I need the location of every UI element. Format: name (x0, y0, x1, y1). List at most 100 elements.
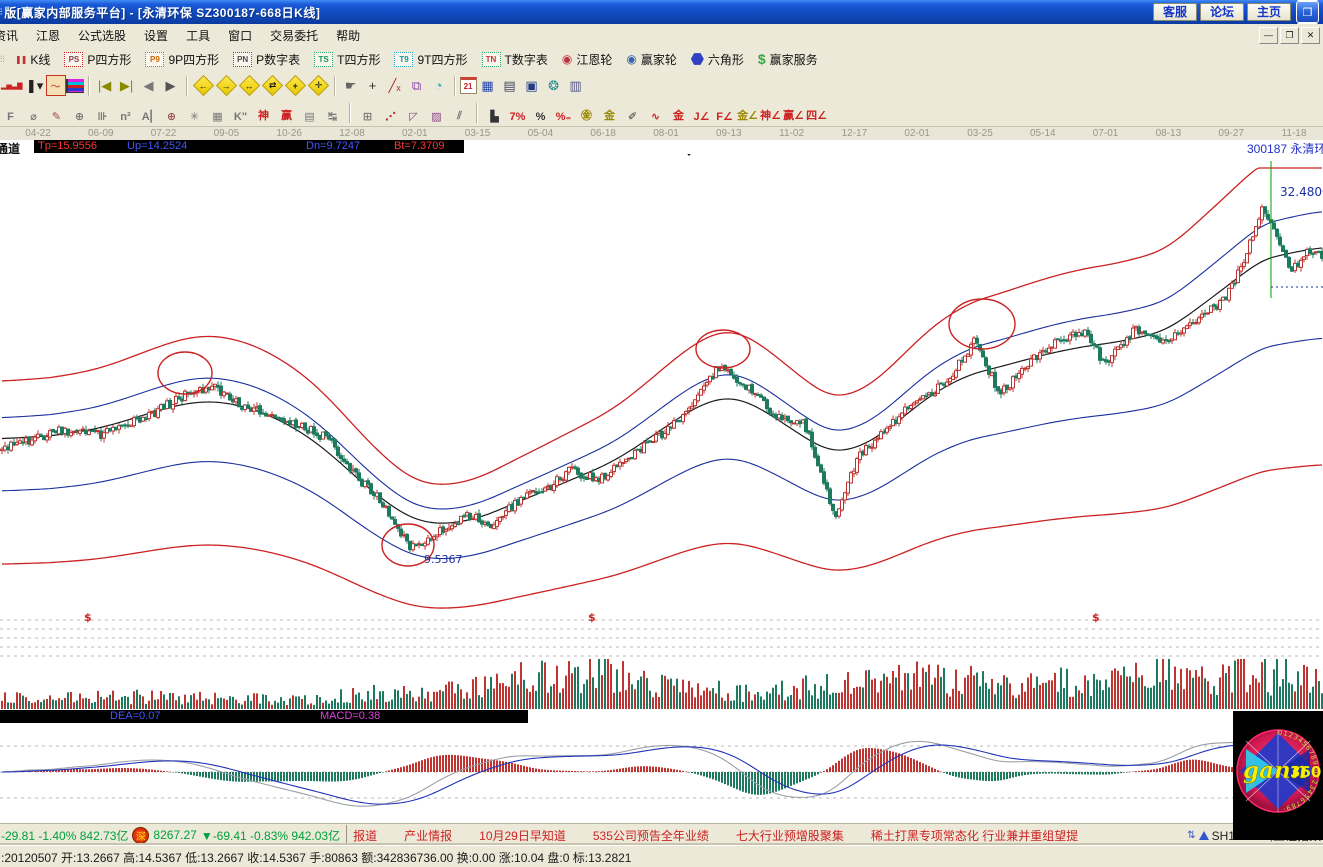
circle-grid-tool-button[interactable]: ⊕ (69, 103, 90, 123)
si-angle-tool-button[interactable]: 四∠ (806, 103, 827, 123)
web-search-button[interactable]: ❂ (544, 76, 564, 96)
t-square-button[interactable]: TST四方形 (307, 49, 387, 70)
shenzhen-coin-icon: 深 (132, 827, 149, 844)
gann-circle-tool-button[interactable]: ⊕ (161, 103, 182, 123)
menu-item-6[interactable]: 交易委托 (261, 25, 327, 46)
channel-value-box-0: Tp=15.9556 (34, 140, 125, 153)
news-link-2[interactable]: 10月29日早知道 (479, 827, 566, 844)
shen-tool-button[interactable]: 神 (253, 103, 274, 123)
news-link-1[interactable]: 产业情报 (404, 827, 452, 844)
first-bar-button[interactable]: |◀ (95, 76, 115, 96)
news-link-3[interactable]: 535公司预告全年业绩 (593, 827, 709, 844)
zoom-all-button[interactable]: ✛ (307, 75, 328, 96)
shen-angle-tool-button[interactable]: 神∠ (760, 103, 781, 123)
news-link-5[interactable]: 稀土打黑专项常态化 行业兼并重组望提 (871, 827, 1078, 844)
color-bars-icon[interactable] (66, 79, 84, 93)
fan-lines-tool-button[interactable]: ⋰ (380, 103, 401, 123)
9p-square-button[interactable]: P99P四方形 (138, 49, 226, 70)
last-bar-button[interactable]: ▶| (117, 76, 137, 96)
pen-tool-button[interactable]: ✐ (622, 103, 643, 123)
calculator-button[interactable]: ▦ (478, 76, 498, 96)
box-grid-tool-button[interactable]: ▦ (207, 103, 228, 123)
title-button-1[interactable]: 论坛 (1200, 3, 1244, 21)
gann-wheel-button[interactable]: ◉江恩轮 (555, 49, 620, 70)
ying-angle-tool-button[interactable]: 赢∠ (783, 103, 804, 123)
t-number-table-button[interactable]: TNT数字表 (475, 49, 555, 70)
wave-tool-button[interactable]: ∿ (645, 103, 666, 123)
mdi-close-button[interactable]: ✕ (1301, 27, 1320, 44)
mirror-tool-button[interactable]: A⎢ (138, 103, 159, 123)
delete-line-tool[interactable]: ╱ₓ (385, 76, 405, 96)
title-button-0[interactable]: 客服 (1153, 3, 1197, 21)
title-bar[interactable]: ⫶ 版[赢家内部服务平台] - [永清环保 SZ300187-668日K线] 客… (0, 0, 1323, 24)
ruler-123-tool-button[interactable]: ▤ (299, 103, 320, 123)
brush-tool-button[interactable]: ✎ (46, 103, 67, 123)
annotation-ellipse[interactable] (949, 299, 1015, 349)
p-number-table-button[interactable]: PNP数字表 (226, 49, 307, 70)
gold-angle-tool-button[interactable]: 金∠ (737, 103, 758, 123)
ruler-tick-tool-button[interactable]: ⊪ (92, 103, 113, 123)
hand-tool[interactable]: ☛ (341, 76, 361, 96)
histogram-tool-button[interactable]: ▙ (484, 103, 505, 123)
frame-tool-button[interactable]: ⊞ (357, 103, 378, 123)
notes-button[interactable]: ▤ (500, 76, 520, 96)
remote-computer-button[interactable]: ▥ (566, 76, 586, 96)
annotation-ellipse[interactable] (158, 352, 212, 394)
restore-button[interactable]: ❐ (1296, 1, 1319, 23)
9t-square-button[interactable]: T99T四方形 (387, 49, 474, 70)
f-line-tool-button[interactable]: F (0, 103, 21, 123)
corner-fan-tool-button[interactable]: ◸ (403, 103, 424, 123)
winner-wheel-button[interactable]: ◉赢家轮 (619, 49, 684, 70)
k-marker-tool-button[interactable]: K" (230, 103, 251, 123)
hexagon-button[interactable]: 六角形 (684, 49, 751, 70)
f-angle-tool-button[interactable]: F∠ (714, 103, 735, 123)
annotation-ellipse[interactable] (696, 330, 750, 368)
parallel-lines-tool-button[interactable]: ⫽ (449, 103, 470, 123)
mini-kline-icon[interactable]: ▂▅▃▇ (1, 76, 23, 96)
j-angle-tool-button[interactable]: J∠ (691, 103, 712, 123)
winner-service-button[interactable]: $赢家服务 (751, 49, 825, 70)
title-button-2[interactable]: 主页 (1247, 3, 1291, 21)
prev-bar-button[interactable]: ◀ (139, 76, 159, 96)
t-square-label: T四方形 (337, 51, 380, 68)
spiral-tool-button[interactable]: ⌀ (23, 103, 44, 123)
shift-right-button[interactable]: → (215, 75, 236, 96)
h-compress-button[interactable]: ↔ (238, 75, 259, 96)
span-tool-button[interactable]: ↹ (322, 103, 343, 123)
mdi-restore-button[interactable]: ❐ (1280, 27, 1299, 44)
percent-lines-tool-button[interactable]: %₌ (553, 103, 574, 123)
menu-item-5[interactable]: 窗口 (219, 25, 261, 46)
menu-item-0[interactable]: 资讯 (0, 25, 27, 46)
star-grid-tool-button[interactable]: ✳ (184, 103, 205, 123)
menu-item-2[interactable]: 公式选股 (69, 25, 135, 46)
next-bar-button[interactable]: ▶ (161, 76, 181, 96)
grid-tool[interactable]: ⧉ (407, 76, 427, 96)
mdi-minimize-button[interactable]: — (1259, 27, 1278, 44)
box-lines-tool-button[interactable]: ▨ (426, 103, 447, 123)
gold-underline-tool-button[interactable]: 金 (668, 103, 689, 123)
news-link-0[interactable]: 报道 (353, 827, 377, 844)
menu-item-1[interactable]: 江恩 (27, 25, 69, 46)
ying-tool-button[interactable]: 赢 (276, 103, 297, 123)
cycle-tool[interactable]: ◔ (429, 76, 449, 96)
candle-style-dropdown[interactable]: ❚▾ (25, 76, 45, 96)
p-square-button[interactable]: PSP四方形 (57, 49, 138, 70)
calendar-button[interactable]: 21 (460, 77, 477, 94)
menu-item-3[interactable]: 设置 (135, 25, 177, 46)
crosshair-tool[interactable]: + (363, 76, 383, 96)
menu-item-4[interactable]: 工具 (177, 25, 219, 46)
percent-tool-button[interactable]: % (530, 103, 551, 123)
gold-lines-tool-button[interactable]: 金 (599, 103, 620, 123)
v-expand-button[interactable]: + (284, 75, 305, 96)
h-expand-button[interactable]: ⇄ (261, 75, 282, 96)
gann-mode-icon[interactable]: 〜 (46, 75, 66, 96)
kline-view-button[interactable]: ❚❚K线 (8, 49, 57, 70)
news-link-4[interactable]: 七大行业预增股聚集 (736, 827, 844, 844)
shift-left-button[interactable]: ← (192, 75, 213, 96)
date-tick: 11-18 (1272, 128, 1316, 139)
gold-circle-tool-button[interactable]: ㊎ (576, 103, 597, 123)
save-button[interactable]: ▣ (522, 76, 542, 96)
percent7-tool-button[interactable]: 7% (507, 103, 528, 123)
n2-tool-button[interactable]: n² (115, 103, 136, 123)
menu-item-7[interactable]: 帮助 (327, 25, 369, 46)
